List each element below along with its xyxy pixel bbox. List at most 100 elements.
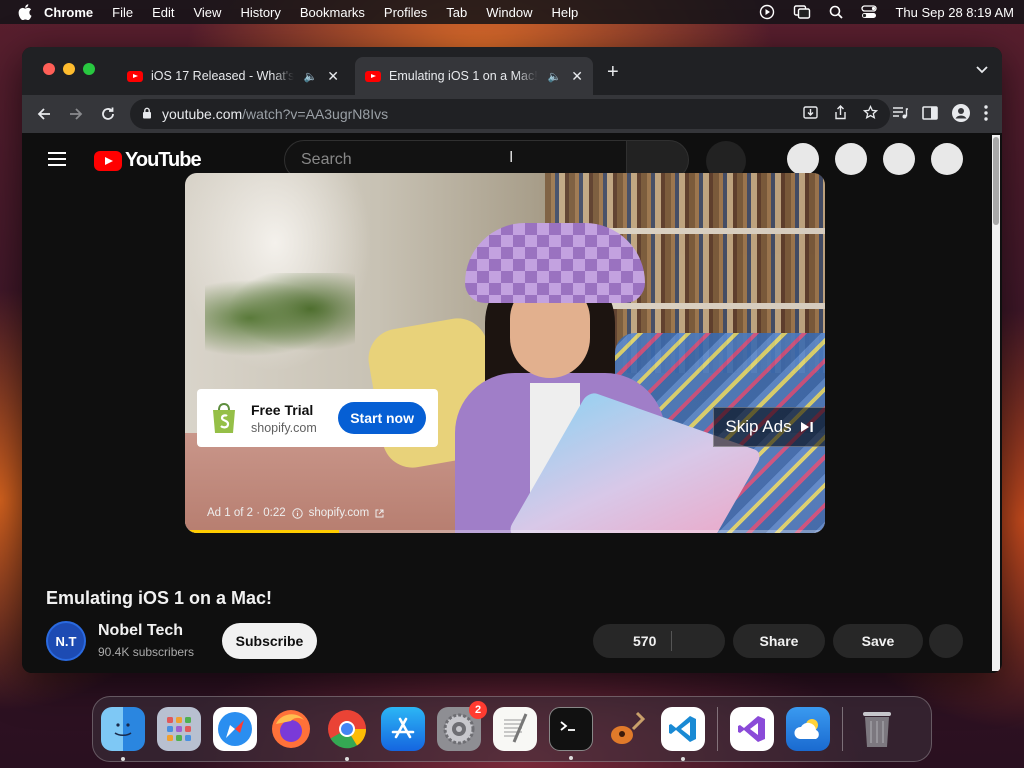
share-page-icon[interactable] <box>834 105 847 123</box>
youtube-favicon-icon <box>365 70 381 82</box>
youtube-logo[interactable]: YouTube <box>94 149 202 172</box>
ad-info-domain[interactable]: shopify.com <box>309 507 370 519</box>
menu-history[interactable]: History <box>240 5 280 20</box>
safari-icon[interactable] <box>213 707 257 751</box>
like-count[interactable]: 570 <box>633 633 656 649</box>
profile-icon[interactable] <box>952 104 970 127</box>
finder-icon[interactable] <box>101 707 145 761</box>
browser-toolbar: youtube.com/watch?v=AA3ugrN8Ivs <box>22 95 1002 133</box>
create-button[interactable] <box>787 143 819 175</box>
terminal-icon[interactable] <box>549 707 593 760</box>
menu-edit[interactable]: Edit <box>152 5 174 20</box>
screen-mirroring-icon[interactable] <box>793 4 811 20</box>
subscribe-button[interactable]: Subscribe <box>222 623 317 659</box>
vscode-icon[interactable] <box>661 707 705 761</box>
menu-app-name[interactable]: Chrome <box>44 5 93 20</box>
reload-button[interactable] <box>96 102 120 126</box>
lock-icon[interactable] <box>142 106 152 122</box>
save-button[interactable]: Save <box>833 624 923 658</box>
bookmark-star-icon[interactable] <box>862 104 879 123</box>
menu-bookmarks[interactable]: Bookmarks <box>300 5 365 20</box>
menu-help[interactable]: Help <box>552 5 579 20</box>
info-icon[interactable] <box>291 507 303 519</box>
control-center-icon[interactable] <box>861 5 878 19</box>
menu-profiles[interactable]: Profiles <box>384 5 427 20</box>
tab-close-icon[interactable]: ✕ <box>327 68 339 85</box>
tab-audio-icon[interactable]: 🔈 <box>548 70 562 83</box>
chrome-icon[interactable] <box>325 707 369 761</box>
side-panel-icon[interactable] <box>922 106 938 125</box>
menu-view[interactable]: View <box>193 5 221 20</box>
close-window-button[interactable] <box>43 63 55 75</box>
spotlight-search-icon[interactable] <box>829 5 844 19</box>
dock: 2 <box>92 696 932 762</box>
plant-image <box>205 273 355 363</box>
install-app-icon[interactable] <box>803 105 818 123</box>
youtube-favicon-icon <box>127 70 143 82</box>
like-dislike-button[interactable]: 570 <box>593 624 725 658</box>
visual-studio-icon[interactable] <box>730 707 774 751</box>
tab-strip: iOS 17 Released - What's N 🔈 ✕ Emulating… <box>22 47 1002 95</box>
start-now-button[interactable]: Start now <box>338 402 426 434</box>
youtube-page: YouTube Search I Free Trial shopify.com … <box>22 133 1002 673</box>
tab-search-chevron-icon[interactable] <box>976 63 988 77</box>
youtube-play-logo-icon <box>94 150 122 171</box>
notifications-button[interactable] <box>883 143 915 175</box>
video-player[interactable]: Free Trial shopify.com Start now Skip Ad… <box>185 173 825 533</box>
text-cursor-icon: I <box>509 149 514 166</box>
account-avatar[interactable] <box>931 143 963 175</box>
ad-progress-bar[interactable] <box>185 530 825 533</box>
menu-window[interactable]: Window <box>486 5 532 20</box>
tab-ios17-released[interactable]: iOS 17 Released - What's N 🔈 ✕ <box>117 57 349 95</box>
back-button[interactable] <box>32 102 56 126</box>
zoom-window-button[interactable] <box>83 63 95 75</box>
apps-button[interactable] <box>835 143 867 175</box>
video-title: Emulating iOS 1 on a Mac! <box>46 588 273 608</box>
ad-progress-fill <box>185 530 339 533</box>
ad-overlay-card[interactable]: Free Trial shopify.com Start now <box>197 389 438 447</box>
menu-tab[interactable]: Tab <box>446 5 467 20</box>
share-button[interactable]: Share <box>733 624 825 658</box>
like-divider <box>671 631 672 651</box>
dock-separator <box>717 707 718 751</box>
minimize-window-button[interactable] <box>63 63 75 75</box>
external-link-icon[interactable] <box>375 509 384 518</box>
menu-bar: Chrome File Edit View History Bookmarks … <box>0 0 1024 24</box>
window-controls <box>43 63 95 75</box>
system-settings-icon[interactable]: 2 <box>437 701 487 751</box>
page-scrollbar[interactable] <box>992 135 1000 671</box>
media-controls-icon[interactable] <box>892 106 908 125</box>
person-image <box>445 223 764 533</box>
more-actions-button[interactable] <box>929 624 963 658</box>
tab-audio-icon[interactable]: 🔈 <box>304 70 318 83</box>
media-play-icon[interactable] <box>759 4 775 20</box>
settings-badge: 2 <box>469 701 487 719</box>
tab-close-icon[interactable]: ✕ <box>571 68 583 85</box>
new-tab-button[interactable]: + <box>607 61 619 84</box>
hamburger-menu-icon[interactable] <box>48 152 66 170</box>
menu-file[interactable]: File <box>112 5 133 20</box>
weather-icon[interactable] <box>786 707 830 751</box>
tab-title: Emulating iOS 1 on a Mac! <box>389 69 538 83</box>
app-store-icon[interactable] <box>381 707 425 751</box>
trash-icon[interactable] <box>855 707 899 751</box>
launchpad-icon[interactable] <box>157 707 201 751</box>
skip-ads-button[interactable]: Skip Ads <box>713 407 825 447</box>
channel-name[interactable]: Nobel Tech <box>98 622 183 640</box>
firefox-icon[interactable] <box>269 707 313 751</box>
forward-button[interactable] <box>64 102 88 126</box>
search-placeholder: Search <box>301 151 352 168</box>
channel-avatar[interactable]: N.T <box>46 621 86 661</box>
skip-ads-label: Skip Ads <box>725 417 792 436</box>
garageband-icon[interactable] <box>605 707 649 751</box>
textedit-icon[interactable] <box>493 707 537 751</box>
apple-menu-icon[interactable] <box>18 4 32 20</box>
ad-video-frame <box>185 173 825 533</box>
url-host: youtube.com <box>162 106 243 122</box>
scrollbar-thumb[interactable] <box>993 137 999 225</box>
address-bar[interactable]: youtube.com/watch?v=AA3ugrN8Ivs <box>130 99 890 129</box>
chrome-menu-icon[interactable] <box>984 105 988 126</box>
tab-emulating-ios1[interactable]: Emulating iOS 1 on a Mac! 🔈 ✕ <box>355 57 593 95</box>
ad-domain: shopify.com <box>251 420 317 435</box>
menubar-datetime[interactable]: Thu Sep 28 8:19 AM <box>895 5 1014 20</box>
